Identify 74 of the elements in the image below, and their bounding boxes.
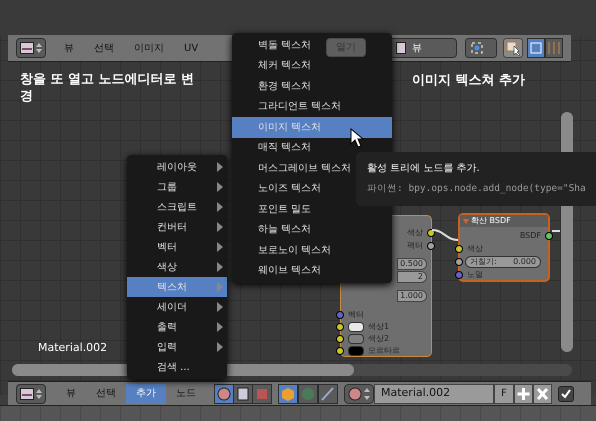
menu-item[interactable]: 선택 — [84, 40, 124, 56]
material-name-field[interactable]: Material.002 — [374, 384, 494, 404]
color-swatch[interactable] — [348, 322, 364, 332]
menu-item[interactable]: 스크립트 — [127, 197, 227, 217]
menu-item[interactable]: 벡터 — [127, 237, 227, 257]
number-field[interactable]: 거칠기: 0.000 — [465, 256, 541, 268]
material-label: Material.002 — [38, 340, 108, 356]
menu-item[interactable]: 보로노이 텍스처 — [232, 240, 338, 260]
node-link — [552, 229, 560, 233]
color-swatch[interactable] — [348, 346, 364, 356]
image-icon — [20, 42, 34, 54]
menu-item[interactable]: 색상 — [127, 257, 227, 277]
image-icon — [20, 388, 34, 400]
updown-arrows-icon — [36, 388, 42, 400]
menu-item[interactable]: 추가 — [126, 384, 166, 404]
tooltip-python: 파이썬: bpy.ops.node.add_node(type="Sha — [367, 182, 587, 196]
socket-label: 모르타르 — [368, 344, 400, 356]
menu-item[interactable]: 머스그레이브 텍스처 — [232, 158, 358, 178]
menu-item[interactable]: 입력 — [127, 337, 227, 357]
menu-item[interactable]: 선택 — [86, 384, 126, 404]
close-icon — [533, 384, 552, 404]
image-icon — [396, 42, 406, 54]
updown-arrows-icon — [36, 42, 42, 54]
socket-icon[interactable] — [545, 232, 553, 240]
number-field[interactable]: 0.500 — [397, 258, 427, 270]
menu-item[interactable]: 벽돌 텍스처 — [232, 35, 318, 56]
menu-item[interactable]: 포인트 밀도 — [232, 199, 318, 220]
socket-label: 색상2 — [368, 332, 390, 344]
node-link — [432, 228, 458, 242]
socket-label: 색상1 — [368, 320, 390, 332]
menu-item[interactable]: 노드 — [166, 384, 206, 404]
menu-item[interactable]: 뷰 — [56, 384, 86, 404]
editor-type-dropdown[interactable] — [16, 38, 46, 58]
menu-item[interactable]: 출력 — [127, 317, 227, 337]
menu-item[interactable]: 컨버터 — [127, 217, 227, 237]
menu-item[interactable]: 하늘 텍스처 — [232, 220, 318, 240]
annotation-text: 이미지 텍스쳐 추가 — [412, 72, 526, 90]
menu-item[interactable]: 매직 텍스처 — [232, 138, 318, 158]
socket-label: 색상 — [407, 227, 423, 239]
socket-label: 색상 — [467, 243, 483, 255]
menu-item[interactable]: 체커 텍스처 — [232, 56, 318, 76]
menu-item[interactable]: 그라디언트 텍스처 — [232, 96, 348, 117]
menu-item[interactable]: 그룹 — [127, 177, 227, 197]
mouse-cursor-icon — [350, 128, 364, 148]
add-icon — [514, 384, 533, 404]
menu-item[interactable]: UV — [174, 40, 208, 56]
layout-icons — [527, 38, 563, 58]
view-dropdown[interactable]: 뷰 — [389, 38, 457, 58]
select-icon — [503, 38, 523, 58]
tooltip-description: 활성 트리에 노드를 추가. — [367, 162, 481, 176]
socket-label: 노멀 — [467, 269, 483, 281]
check-icon — [560, 388, 572, 400]
socket-label: BSDF — [520, 230, 541, 242]
use-nodes-checkbox[interactable] — [558, 386, 574, 402]
number-field[interactable]: 1.000 — [397, 290, 427, 302]
fake-user-button[interactable]: F — [494, 384, 514, 404]
menu-item[interactable]: 이미지 — [124, 40, 174, 56]
socket-label: 팩터 — [407, 240, 423, 252]
menu-item[interactable]: 노이즈 텍스처 — [232, 178, 328, 199]
editor-type-dropdown[interactable] — [16, 384, 46, 404]
number-field[interactable]: 2 — [397, 271, 427, 284]
annotation-text: 창을 또 열고 노드에디터로 변경 — [20, 71, 196, 105]
menu-item[interactable]: 검색 ... — [127, 357, 227, 377]
socket-label: 벡터 — [348, 308, 364, 320]
pivot-icon — [465, 38, 497, 58]
node-panel[interactable]: 확산 BSDF BSDF 색상 거칠기: 0.000 노멀 — [458, 213, 550, 282]
menu-item[interactable]: 레이아웃 — [127, 157, 227, 177]
menu-item[interactable]: 웨이브 텍스처 — [232, 260, 328, 281]
node-title: 확산 BSDF — [471, 215, 511, 227]
menu-item[interactable]: 뷰 — [54, 40, 84, 56]
menu-item[interactable]: 세이더 — [127, 297, 227, 317]
color-swatch[interactable] — [348, 334, 364, 344]
collapse-icon — [463, 218, 469, 224]
menu-item[interactable]: 환경 텍스처 — [232, 76, 318, 96]
